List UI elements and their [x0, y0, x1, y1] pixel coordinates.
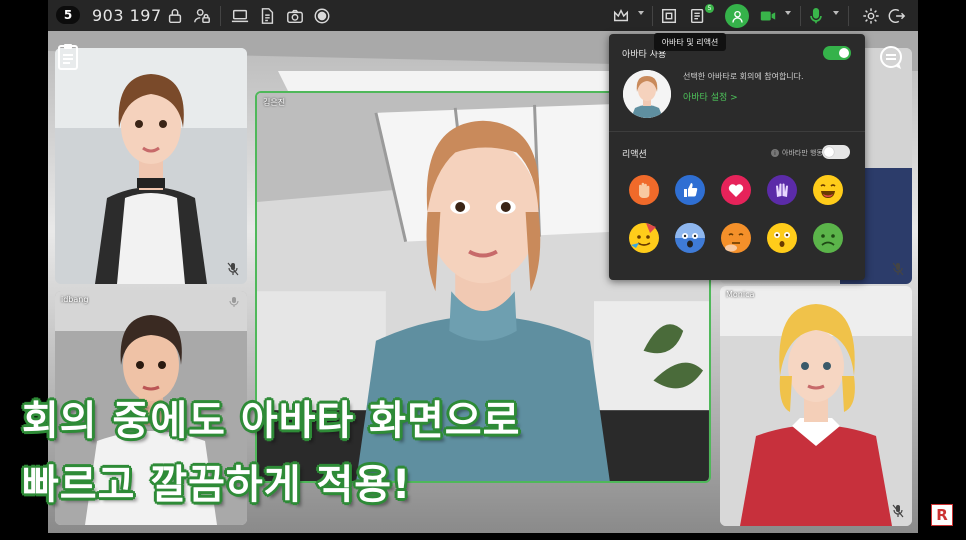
sick-face-icon[interactable] [813, 223, 843, 253]
info-icon: i [771, 149, 779, 157]
meeting-toolbar: 5 903 197 5 [48, 0, 918, 31]
microphone-icon[interactable] [805, 5, 827, 27]
avatar-reaction-panel: 아바타 사용 선택한 아바타로 회의에 참여합니다. 아바타 설정 > 리액션 … [609, 34, 865, 280]
avatar-thumbnail[interactable] [623, 70, 671, 118]
participant-tile-bottom-right[interactable]: Monica [720, 286, 912, 526]
camera-capture-icon[interactable] [284, 5, 306, 27]
thinking-face-icon[interactable] [721, 223, 751, 253]
panel-divider [609, 131, 865, 132]
room-number-badge: 5 [56, 6, 80, 24]
muted-mic-icon [227, 262, 239, 276]
participant-name: idbang [61, 295, 89, 304]
laughing-face-icon[interactable] [813, 175, 843, 205]
participant-name: Monica [726, 290, 755, 299]
caption-line-1: 회의 중에도 아바타 화면으로 [22, 398, 521, 444]
video-camera-icon[interactable] [757, 5, 779, 27]
chevron-down-icon[interactable] [785, 11, 791, 15]
meeting-id: 903 197 [92, 6, 162, 25]
exit-icon[interactable] [886, 5, 908, 27]
caption-line-2: 빠르고 깔끔하게 적용! [22, 462, 412, 508]
chevron-down-icon[interactable] [833, 11, 839, 15]
document-icon[interactable] [256, 5, 278, 27]
muted-mic-icon [892, 262, 904, 276]
avatar-use-toggle[interactable] [823, 46, 851, 60]
raise-hand-icon[interactable] [629, 175, 659, 205]
participant-name: 김은진 [263, 98, 286, 107]
lock-icon[interactable] [164, 5, 186, 27]
avatar-description: 선택한 아바타로 회의에 참여합니다. [683, 72, 804, 81]
user-lock-icon[interactable] [191, 5, 213, 27]
shocked-face-icon[interactable] [675, 223, 705, 253]
avatar-only-action-label: i 아바타만 행동 [771, 148, 823, 158]
participant-tile-top-left[interactable] [55, 48, 247, 284]
heart-icon[interactable] [721, 175, 751, 205]
party-face-icon[interactable] [629, 223, 659, 253]
layout-icon[interactable] [658, 5, 680, 27]
avatar-video-bottom-right [720, 286, 912, 526]
screen: 5 903 197 5 아바타 및 리액션 김은진 idbang Monica … [0, 0, 966, 540]
channel-logo: R [931, 504, 953, 526]
avatar-video-top-left [55, 48, 247, 284]
clap-icon[interactable] [767, 175, 797, 205]
avatar-tooltip: 아바타 및 리액션 [654, 33, 726, 51]
thumbs-up-icon[interactable] [675, 175, 705, 205]
avatar-reaction-button[interactable] [725, 4, 749, 28]
avatar-settings-link[interactable]: 아바타 설정 > [683, 90, 738, 103]
avatar-only-action-toggle[interactable] [822, 145, 850, 159]
whiteboard-document-icon[interactable] [56, 43, 80, 71]
muted-mic-icon [892, 504, 904, 518]
host-crown-icon[interactable] [610, 5, 632, 27]
surprised-face-icon[interactable] [767, 223, 797, 253]
reaction-label: 리액션 [622, 150, 647, 160]
chevron-down-icon[interactable] [638, 11, 644, 15]
gear-icon[interactable] [860, 5, 882, 27]
chat-badge: 5 [705, 4, 714, 13]
record-icon[interactable] [311, 5, 333, 27]
mic-icon [229, 297, 239, 307]
chat-bubble-icon[interactable] [878, 45, 904, 71]
screen-share-icon[interactable] [229, 5, 251, 27]
